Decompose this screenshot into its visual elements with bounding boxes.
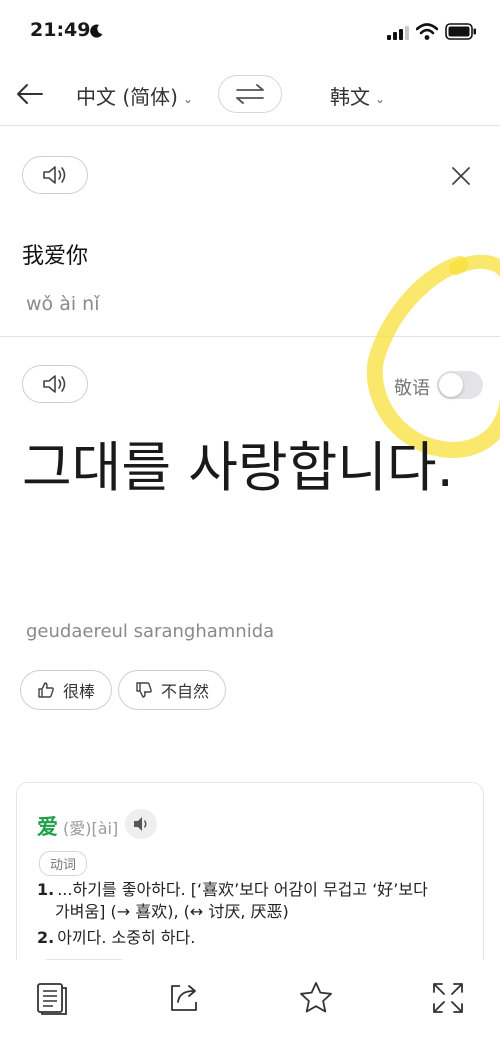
source-speak-button[interactable] xyxy=(22,156,88,194)
moon-icon xyxy=(90,24,103,38)
translation-header: 中文 (简体) ⌄ 韩文 ⌄ xyxy=(0,62,500,126)
dictionary-traditional-pinyin: (愛)[ài] xyxy=(63,815,118,839)
thumbs-down-icon xyxy=(136,682,152,698)
honorific-label: 敬语 xyxy=(394,378,430,399)
close-icon[interactable] xyxy=(448,163,474,189)
swap-languages-button[interactable] xyxy=(218,75,282,113)
translated-text[interactable]: 그대를 사랑합니다. xyxy=(22,432,482,504)
status-time: 21:49 xyxy=(30,19,91,41)
target-language-selector[interactable]: 韩文 ⌄ xyxy=(330,81,385,110)
target-language-label: 韩文 xyxy=(330,85,370,109)
source-text[interactable]: 我爱你 xyxy=(22,238,88,270)
source-pinyin: wǒ ài nǐ xyxy=(26,293,100,315)
speaker-icon xyxy=(43,166,66,184)
honorific-toggle[interactable] xyxy=(437,371,483,399)
definition-text-continued: 가벼움] (→ 喜欢), (↔ 讨厌, 厌恶) xyxy=(55,902,289,921)
speaker-filled-icon xyxy=(134,817,147,831)
document-icon[interactable] xyxy=(34,980,70,1016)
definition-item: 1. ...하기를 좋아하다. [‘喜欢’보다 어감이 무겁고 ‘好’보다 가벼움… xyxy=(37,879,467,923)
speaker-icon xyxy=(43,375,66,393)
chevron-down-icon: ⌄ xyxy=(375,91,386,106)
wifi-icon xyxy=(416,23,438,40)
like-label: 很棒 xyxy=(63,682,96,701)
battery-icon xyxy=(445,23,476,40)
dislike-label: 不自然 xyxy=(161,682,210,701)
part-of-speech-tag: 动词 xyxy=(39,851,88,876)
dictionary-pinyin: [ài] xyxy=(91,819,119,838)
share-icon[interactable] xyxy=(166,980,202,1016)
source-language-selector[interactable]: 中文 (简体) ⌄ xyxy=(76,81,193,110)
back-arrow-icon[interactable] xyxy=(16,80,44,108)
star-icon[interactable] xyxy=(298,980,334,1016)
target-romanization: geudaereul saranghamnida xyxy=(26,621,275,642)
definition-text: 아끼다. 소중히 하다. xyxy=(57,928,196,947)
swap-arrows-icon xyxy=(236,84,264,104)
expand-icon[interactable] xyxy=(430,980,466,1016)
bottom-toolbar xyxy=(0,960,500,1064)
dictionary-headword: 爱 xyxy=(37,815,58,839)
definition-text: ...하기를 좋아하다. [‘喜欢’보다 어감이 무겁고 ‘好’보다 xyxy=(57,880,428,899)
section-divider xyxy=(0,336,500,337)
cellular-signal-icon xyxy=(387,26,409,40)
like-button[interactable]: 很棒 xyxy=(20,670,112,710)
dictionary-card: 爱 (愛)[ài] 动词 1. ...하기를 좋아하다. [‘喜欢’보다 어감이 … xyxy=(16,782,484,982)
definition-number: 2. xyxy=(37,928,55,947)
definition-number: 1. xyxy=(37,880,55,899)
definition-item: 2. 아끼다. 소중히 하다. xyxy=(37,927,195,949)
dictionary-speak-button[interactable] xyxy=(125,809,157,839)
dictionary-traditional: (愛) xyxy=(63,819,92,838)
dislike-button[interactable]: 不自然 xyxy=(118,670,226,710)
chevron-down-icon: ⌄ xyxy=(182,91,194,106)
toggle-knob xyxy=(439,373,463,397)
source-language-label: 中文 (简体) xyxy=(76,85,178,109)
status-bar: 21:49 xyxy=(0,0,500,62)
thumbs-up-icon xyxy=(38,682,54,698)
target-speak-button[interactable] xyxy=(22,365,88,403)
